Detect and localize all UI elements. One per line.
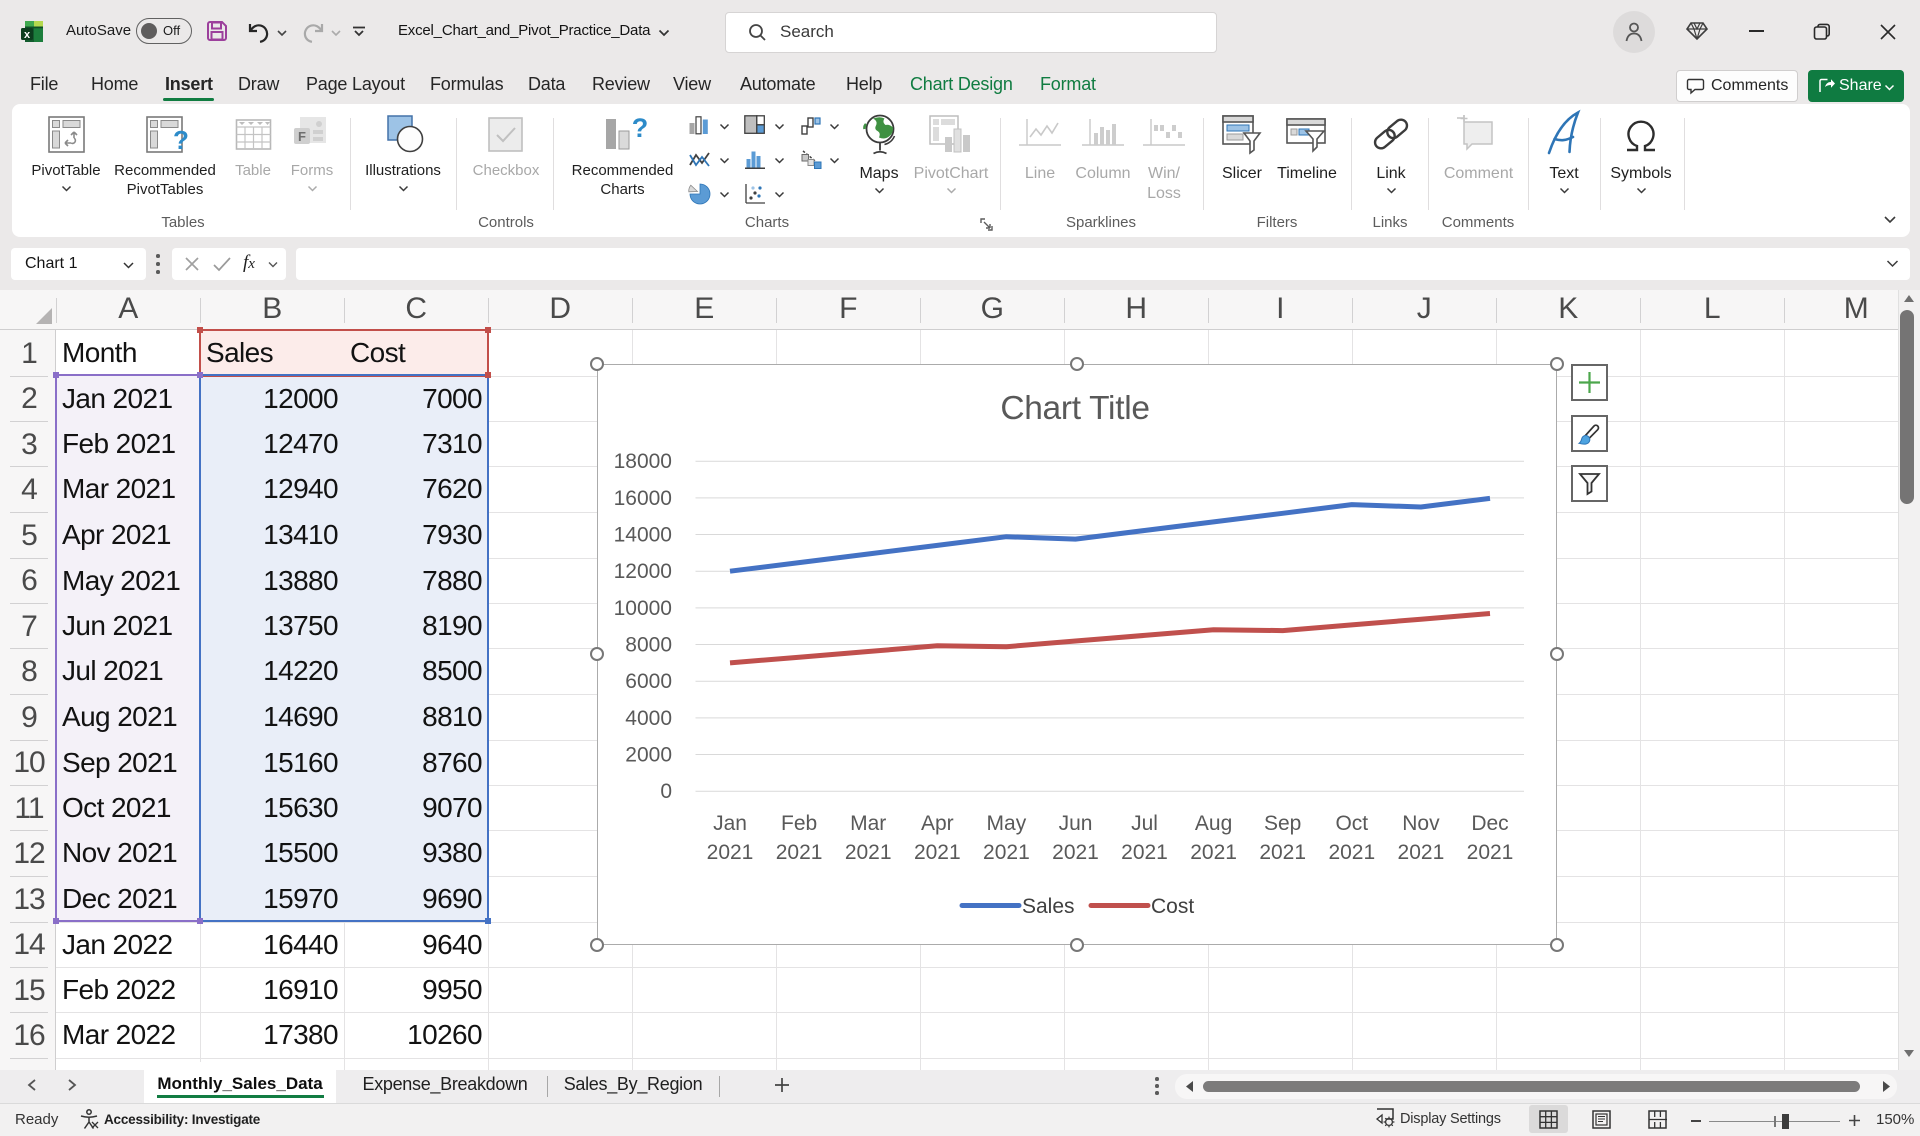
svg-text:4000: 4000 <box>625 707 672 730</box>
svg-text:12000: 12000 <box>614 560 672 583</box>
svg-text:2021: 2021 <box>776 841 823 864</box>
svg-text:2021: 2021 <box>845 841 892 864</box>
svg-text:Cost: Cost <box>1151 895 1194 918</box>
svg-text:May: May <box>987 812 1027 835</box>
svg-text:Jan: Jan <box>713 812 747 835</box>
svg-text:2021: 2021 <box>1259 841 1306 864</box>
svg-text:2021: 2021 <box>1467 841 1514 864</box>
svg-text:Sep: Sep <box>1264 812 1301 835</box>
svg-text:8000: 8000 <box>625 634 672 657</box>
svg-text:2000: 2000 <box>625 744 672 767</box>
svg-text:Nov: Nov <box>1402 812 1440 835</box>
svg-text:2021: 2021 <box>707 841 754 864</box>
svg-text:Jun: Jun <box>1059 812 1093 835</box>
svg-text:2021: 2021 <box>1121 841 1168 864</box>
svg-text:0: 0 <box>660 780 672 803</box>
svg-text:6000: 6000 <box>625 670 672 693</box>
svg-text:Jul: Jul <box>1131 812 1158 835</box>
svg-text:2021: 2021 <box>914 841 961 864</box>
svg-text:Apr: Apr <box>921 812 954 835</box>
svg-text:2021: 2021 <box>983 841 1030 864</box>
svg-text:2021: 2021 <box>1328 841 1375 864</box>
svg-text:Aug: Aug <box>1195 812 1232 835</box>
svg-text:18000: 18000 <box>614 450 672 473</box>
svg-text:Sales: Sales <box>1022 895 1075 918</box>
svg-text:Feb: Feb <box>781 812 817 835</box>
svg-text:16000: 16000 <box>614 487 672 510</box>
svg-text:2021: 2021 <box>1052 841 1099 864</box>
svg-text:2021: 2021 <box>1190 841 1237 864</box>
svg-text:2021: 2021 <box>1398 841 1445 864</box>
svg-text:10000: 10000 <box>614 597 672 620</box>
svg-text:Mar: Mar <box>850 812 886 835</box>
svg-text:Oct: Oct <box>1335 812 1368 835</box>
svg-text:Dec: Dec <box>1471 812 1508 835</box>
svg-text:14000: 14000 <box>614 524 672 547</box>
